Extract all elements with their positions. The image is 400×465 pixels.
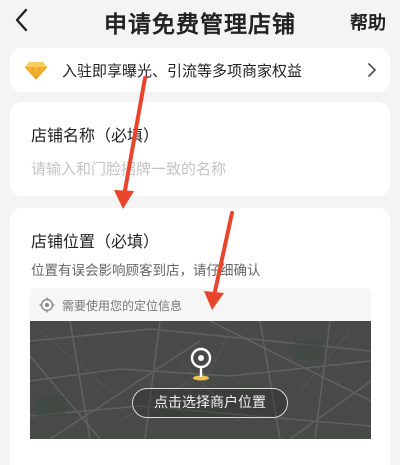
nav-bar: 申请免费管理店铺 帮助 <box>0 0 400 44</box>
locate-icon <box>39 297 55 313</box>
location-permission-text: 需要使用您的定位信息 <box>62 299 183 313</box>
chevron-right-icon <box>368 63 376 77</box>
store-location-card: 店铺位置（必填） 位置有误会影响顾客到店，请仔细确认 需要使用您的定位信息 点击… <box>10 208 390 465</box>
map-marker-icon <box>190 347 212 381</box>
store-location-hint: 位置有误会影响顾客到店，请仔细确认 <box>31 263 261 279</box>
benefits-banner[interactable]: 入驻即享曝光、引流等多项商家权益 <box>10 48 390 92</box>
diamond-icon <box>24 62 48 80</box>
help-button[interactable]: 帮助 <box>350 9 386 35</box>
location-permission-bar: 需要使用您的定位信息 <box>30 288 371 321</box>
store-name-card: 店铺名称（必填） 请输入和门脸招牌一致的名称 <box>10 102 390 196</box>
benefits-text: 入驻即享曝光、引流等多项商家权益 <box>62 62 303 80</box>
map-view[interactable]: 点击选择商户位置 <box>30 321 371 439</box>
store-name-label: 店铺名称（必填） <box>31 126 160 145</box>
store-name-input[interactable]: 请输入和门脸招牌一致的名称 <box>31 158 226 179</box>
choose-location-button[interactable]: 点击选择商户位置 <box>132 388 288 418</box>
store-location-label: 店铺位置（必填） <box>31 232 160 251</box>
page-title: 申请免费管理店铺 <box>104 12 296 38</box>
